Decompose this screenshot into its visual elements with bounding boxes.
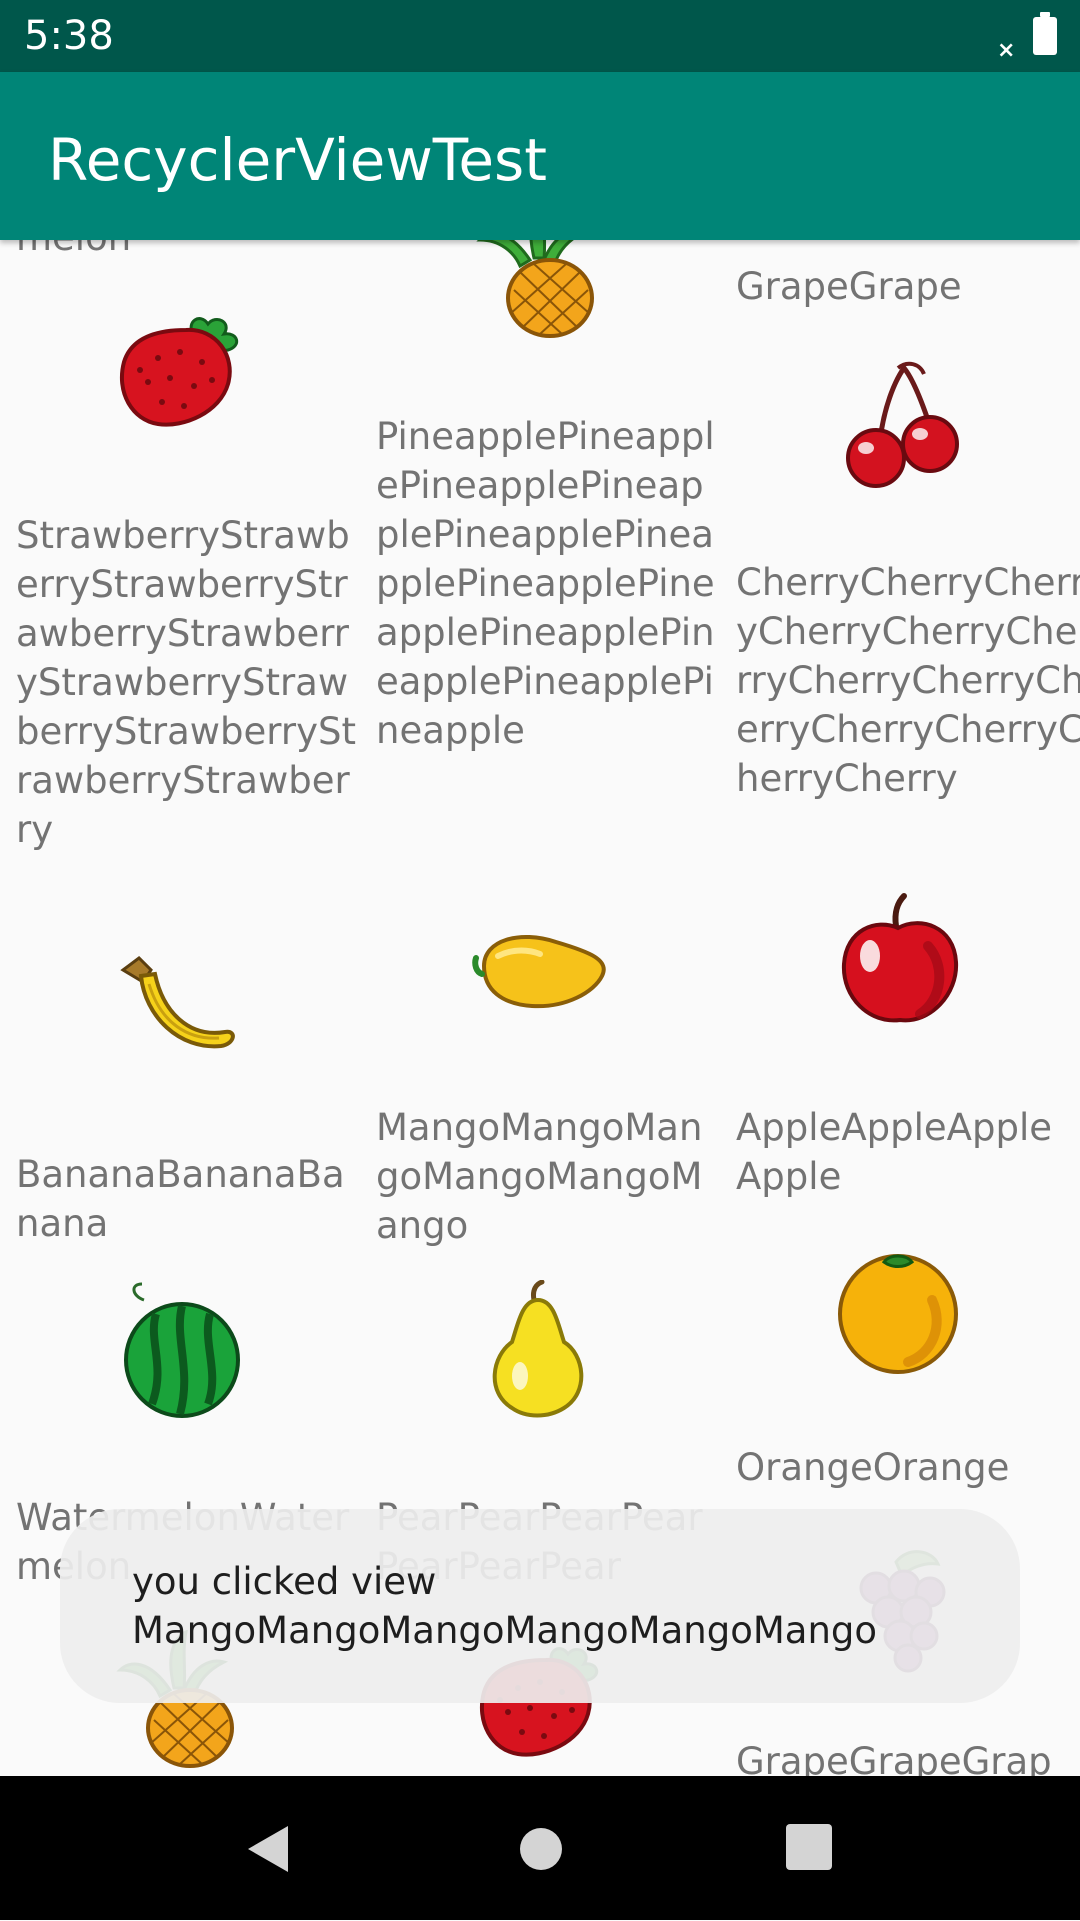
cherry-icon <box>828 358 968 498</box>
status-time: 5:38 <box>24 13 114 59</box>
banana-icon <box>98 940 248 1080</box>
status-bar: 5:38 × <box>0 0 1080 72</box>
toast-message: you clicked view MangoMangoMangoMangoMan… <box>132 1560 878 1652</box>
no-signal-icon: × <box>997 38 1016 63</box>
home-icon[interactable] <box>519 1777 563 1921</box>
grid-item-label: StrawberryStrawberryStrawberryStrawberry… <box>16 514 356 851</box>
strawberry-icon <box>108 300 248 440</box>
pineapple-icon <box>470 240 610 340</box>
navigation-bar <box>0 1776 1080 1920</box>
grid-item-label: MangoMangoMangoMangoMangoMango <box>376 1106 703 1247</box>
grid-item-label: PineapplePineapplePineapplePineapplePine… <box>376 415 715 752</box>
grid-item-label: OrangeOrange <box>736 1446 1010 1489</box>
watermelon-icon <box>108 1280 248 1420</box>
grid-item-label: GrapeGrape <box>736 265 962 308</box>
grid-item-label: CherryCherryCherryCherryCherryCherryCher… <box>736 561 1080 800</box>
grid-item-label: BananaBananaBanana <box>16 1153 345 1245</box>
grid-item-label: AppleAppleAppleApple <box>736 1106 1052 1198</box>
grid-item-label: GrapeGrapeGrap <box>736 1740 1052 1776</box>
app-title: RecyclerViewTest <box>48 126 547 194</box>
back-icon[interactable] <box>246 1824 290 1874</box>
mango-icon <box>460 900 620 1040</box>
apple-icon <box>828 890 968 1030</box>
pear-icon <box>468 1280 608 1420</box>
orange-icon <box>828 1240 968 1380</box>
toast: you clicked view MangoMangoMangoMangoMan… <box>60 1509 1020 1703</box>
battery-icon <box>1033 12 1057 55</box>
grid-item-label: melon <box>16 240 356 262</box>
app-bar: RecyclerViewTest <box>0 72 1080 240</box>
recent-apps-icon[interactable] <box>786 1824 832 1870</box>
